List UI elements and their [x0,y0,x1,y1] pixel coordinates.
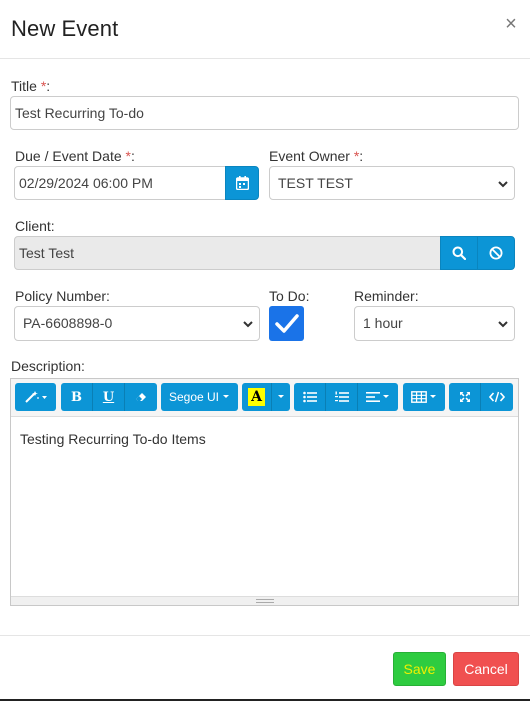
description-editor: B U Segoe UI A Testing Recurring To-do I… [10,378,519,606]
due-date-input[interactable]: 02/29/2024 06:00 PM [14,166,226,200]
label-colon: : [46,78,51,94]
paragraph-group [294,383,398,411]
calendar-button[interactable] [225,166,259,200]
description-editor-content[interactable]: Testing Recurring To-do Items [11,417,518,597]
code-icon [489,391,505,403]
reminder-label: Reminder: [354,288,419,304]
description-text: Testing Recurring To-do Items [20,431,206,447]
reminder-select[interactable]: 1 hour [354,306,515,341]
font-name-group: Segoe UI [161,383,238,411]
color-dropdown-button[interactable] [272,383,290,411]
close-button[interactable]: × [503,14,519,34]
todo-checkbox[interactable] [269,306,304,341]
title-label-text: Title [11,78,37,94]
caret-down-icon [223,395,230,398]
reminder-value: 1 hour [363,315,403,331]
ordered-list-button[interactable] [326,383,358,411]
caret-down-icon [383,395,389,398]
new-event-modal: New Event × Title *: Test Recurring To-d… [0,0,530,701]
table-button[interactable] [403,383,445,411]
resize-grip-icon [256,599,274,603]
calendar-icon [235,176,249,190]
title-label: Title *: [11,78,50,94]
check-icon [274,313,299,333]
chevron-down-icon [243,321,253,328]
save-button[interactable]: Save [393,652,446,686]
highlight-color-button[interactable]: A [242,383,272,411]
event-owner-label-text: Event Owner [269,148,350,164]
policy-number-label: Policy Number: [15,288,110,304]
bold-button[interactable]: B [61,383,93,411]
client-label: Client: [15,218,55,234]
underline-button[interactable]: U [93,383,125,411]
font-style-group: B U [61,383,157,411]
font-name-button[interactable]: Segoe UI [161,383,238,411]
align-left-icon [366,392,380,402]
editor-resize-handle[interactable] [11,596,518,605]
fullscreen-button[interactable] [449,383,481,411]
list-ol-icon [334,391,349,402]
event-owner-label: Event Owner *: [269,148,363,164]
eraser-button[interactable] [125,383,157,411]
client-clear-button[interactable] [477,236,515,270]
caret-down-icon [430,395,436,398]
due-date-label: Due / Event Date *: [15,148,135,164]
event-owner-value: TEST TEST [278,175,353,191]
cancel-button[interactable]: Cancel [453,652,519,686]
todo-label: To Do: [269,288,310,304]
policy-number-select[interactable]: PA-6608898-0 [14,306,260,341]
style-button[interactable] [15,383,56,411]
label-colon: : [130,148,135,164]
label-colon: : [359,148,364,164]
list-ul-icon [302,391,317,403]
color-group: A [242,383,290,411]
highlight-letter: A [248,388,265,406]
client-search-button[interactable] [440,236,478,270]
table-icon [411,391,427,403]
policy-number-value: PA-6608898-0 [23,315,113,331]
magic-wand-icon [24,391,47,403]
client-input: Test Test [14,236,441,270]
search-icon [452,246,466,260]
table-group [403,383,445,411]
modal-footer: Save Cancel [0,635,530,701]
expand-icon [459,392,470,402]
style-group [15,383,56,411]
chevron-down-icon [498,181,508,188]
event-owner-select[interactable]: TEST TEST [269,166,515,200]
align-button[interactable] [358,383,398,411]
unordered-list-button[interactable] [294,383,326,411]
modal-header: New Event × [0,0,530,59]
ban-icon [489,246,503,260]
editor-toolbar: B U Segoe UI A [11,379,518,417]
description-label: Description: [11,358,85,374]
view-group [449,383,513,411]
eraser-icon [136,393,146,401]
due-date-label-text: Due / Event Date [15,148,122,164]
modal-title: New Event [11,16,119,41]
title-input[interactable]: Test Recurring To-do [10,96,519,130]
chevron-down-icon [498,321,508,328]
code-view-button[interactable] [481,383,513,411]
caret-down-icon [278,395,284,398]
font-name-value: Segoe UI [168,390,220,404]
